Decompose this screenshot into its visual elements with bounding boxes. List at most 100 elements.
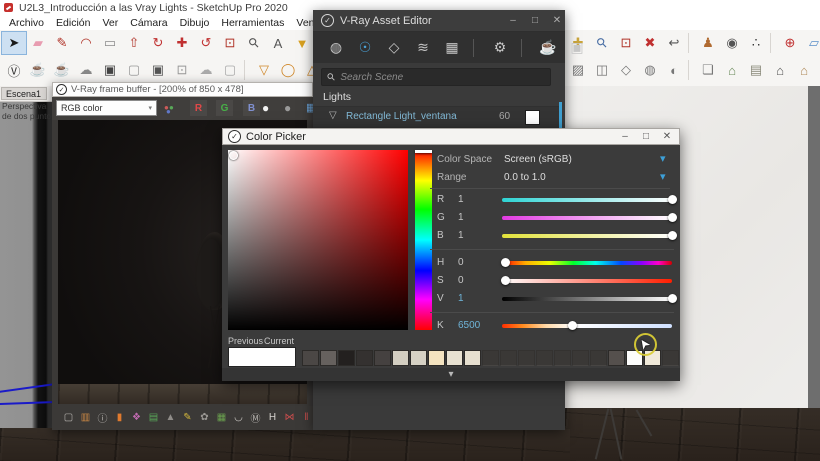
geometry-tab-icon[interactable]: ◇ (384, 38, 404, 58)
menu-edición[interactable]: Edición (50, 17, 96, 29)
wireframe-style-icon[interactable]: ◇ (614, 59, 638, 81)
color-swatch[interactable] (320, 350, 337, 366)
section-plane-icon[interactable]: ▱ (802, 32, 820, 54)
chevron-down-icon[interactable]: ▾ (660, 152, 666, 165)
force-color-clamping-icon[interactable]: ▮ (112, 410, 127, 425)
channel-dropdown[interactable]: RGB color ▾ (56, 100, 157, 116)
zoom-window-view-icon[interactable]: ⊡ (614, 32, 638, 54)
render-button-icon[interactable]: ☕ (538, 38, 558, 58)
compare-horizontal-icon[interactable]: ⋈ (282, 410, 297, 425)
grayscale-button[interactable]: ● (284, 101, 291, 115)
back-edges-style-icon[interactable]: ◫ (590, 59, 614, 81)
previous-view-icon[interactable]: ↩ (662, 32, 686, 54)
color-picker-titlebar[interactable]: ✓ Color Picker – □ ✕ (222, 128, 680, 145)
maximize-button[interactable]: □ (527, 15, 543, 26)
axes-icon[interactable]: ⊕ (778, 32, 802, 54)
lights-section-header[interactable]: Lights (323, 91, 351, 103)
empty-swatch-slot[interactable] (662, 350, 679, 366)
vray-batch-render-icon[interactable]: ⊡ (170, 59, 194, 81)
walk-icon[interactable]: ∴ (744, 32, 768, 54)
vfb-titlebar[interactable]: ✓ V-Ray frame buffer - [200% of 850 x 47… (52, 82, 313, 97)
slider-handle[interactable] (501, 258, 510, 267)
look-around-icon[interactable]: ◉ (720, 32, 744, 54)
vray-cloud-disabled-icon[interactable]: ☁ (194, 59, 218, 81)
color-swatch[interactable] (464, 350, 481, 366)
slider-handle[interactable] (568, 321, 577, 330)
color-swatch[interactable] (608, 350, 625, 366)
vray-plane-light-icon[interactable]: ▽ (252, 59, 276, 81)
render-history-icon[interactable]: ▲ (163, 410, 178, 425)
color-space-value[interactable]: Screen (sRGB) (504, 154, 572, 165)
light-list-item[interactable]: ▽ Rectangle Light_ventana 60 (313, 106, 559, 128)
xray-style-icon[interactable]: ▨ (566, 59, 590, 81)
vray-render-cloud-icon[interactable]: ☁ (74, 59, 98, 81)
hue-saturation-icon[interactable]: H (265, 410, 280, 425)
white-balance-button[interactable]: ● (262, 101, 269, 115)
textures-tab-icon[interactable]: ▦ (442, 38, 462, 58)
color-swatch[interactable] (338, 350, 355, 366)
settings-tab-icon[interactable]: ⚙ (490, 38, 510, 58)
side-view-icon[interactable]: ▤ (744, 59, 768, 81)
arc-tool-icon[interactable]: ◠ (74, 32, 98, 54)
position-camera-icon[interactable]: ♟ (696, 32, 720, 54)
chevron-down-icon[interactable]: ▾ (660, 170, 666, 183)
sv-selector[interactable] (229, 151, 238, 160)
annotations-icon[interactable]: ✎ (180, 410, 195, 425)
slider-handle[interactable] (668, 294, 677, 303)
white-balance-icon[interactable]: Ⓜ (248, 410, 263, 425)
orbit-tool-icon[interactable]: ↺ (194, 32, 218, 54)
layers-tab-icon[interactable]: ≋ (413, 38, 433, 58)
curve-correction-icon[interactable]: ◡ (231, 410, 246, 425)
color-swatch[interactable] (446, 350, 463, 366)
rectangle-tool-icon[interactable]: ▭ (98, 32, 122, 54)
empty-swatch-slot[interactable] (482, 350, 499, 366)
scene-tab[interactable]: Escena1 (1, 87, 47, 100)
color-swatch[interactable] (356, 350, 373, 366)
compare-vertical-icon[interactable]: ‖ (299, 410, 313, 425)
viewport-left[interactable]: Perspectiva de dos puntos (0, 101, 52, 461)
text-tool-icon[interactable]: A (266, 32, 290, 54)
select-tool-icon[interactable]: ➤ (2, 32, 26, 54)
light-color-swatch[interactable] (525, 110, 540, 125)
green-channel-button[interactable]: G (216, 100, 233, 116)
vray-render-interactive-icon[interactable]: ☕ (50, 59, 74, 81)
slider-track-V[interactable] (502, 297, 672, 301)
vray-frame-buffer-icon[interactable]: ▣ (146, 59, 170, 81)
slider-track-H[interactable] (502, 261, 672, 265)
hidden-line-style-icon[interactable]: ◍ (638, 59, 662, 81)
vfb-window-icon[interactable]: ▢ (61, 410, 76, 425)
lens-effects-icon[interactable]: ✿ (197, 410, 212, 425)
empty-swatch-slot[interactable] (590, 350, 607, 366)
front-view-icon[interactable]: ⌂ (768, 59, 792, 81)
shaded-style-icon[interactable]: ◐ (662, 59, 686, 81)
swatch-expand-bar[interactable]: ▾ (222, 368, 680, 381)
slider-handle[interactable] (668, 231, 677, 240)
blue-channel-button[interactable]: B (243, 100, 260, 116)
line-tool-icon[interactable]: ✎ (50, 32, 74, 54)
color-swatch[interactable] (410, 350, 427, 366)
pushpull-tool-icon[interactable]: ⇧ (122, 32, 146, 54)
vray-lock-icon[interactable]: ▢ (218, 59, 242, 81)
paint-bucket-tool-icon[interactable]: ▼ (290, 32, 314, 54)
frame-buffer-button-icon[interactable]: ▣ (567, 38, 587, 58)
previous-current-swatch[interactable] (228, 347, 296, 367)
rgb-channels-icon[interactable]: ● (164, 103, 169, 112)
empty-swatch-slot[interactable] (572, 350, 589, 366)
rgb-channels-icon[interactable]: ▥ (78, 410, 93, 425)
vray-sphere-light-icon[interactable]: ◯ (276, 59, 300, 81)
color-swatch[interactable] (392, 350, 409, 366)
asset-editor-titlebar[interactable]: ✓ V-Ray Asset Editor – □ ✕ (313, 10, 565, 32)
maximize-button[interactable]: □ (638, 131, 654, 142)
iso-view-icon[interactable]: ⌂ (720, 59, 744, 81)
rotate-tool-icon[interactable]: ↻ (146, 32, 170, 54)
top-view-icon[interactable]: ⌂ (792, 59, 816, 81)
menu-archivo[interactable]: Archivo (3, 17, 50, 29)
menu-dibujo[interactable]: Dibujo (174, 17, 216, 29)
test-resolution-icon[interactable]: ▤ (146, 410, 161, 425)
slider-handle[interactable] (668, 213, 677, 222)
orbit-box-icon[interactable]: ❏ (696, 59, 720, 81)
close-button[interactable]: ✕ (549, 15, 565, 26)
red-channel-button[interactable]: R (190, 100, 207, 116)
range-value[interactable]: 0.0 to 1.0 (504, 172, 546, 183)
background-image-icon[interactable]: ▦ (214, 410, 229, 425)
